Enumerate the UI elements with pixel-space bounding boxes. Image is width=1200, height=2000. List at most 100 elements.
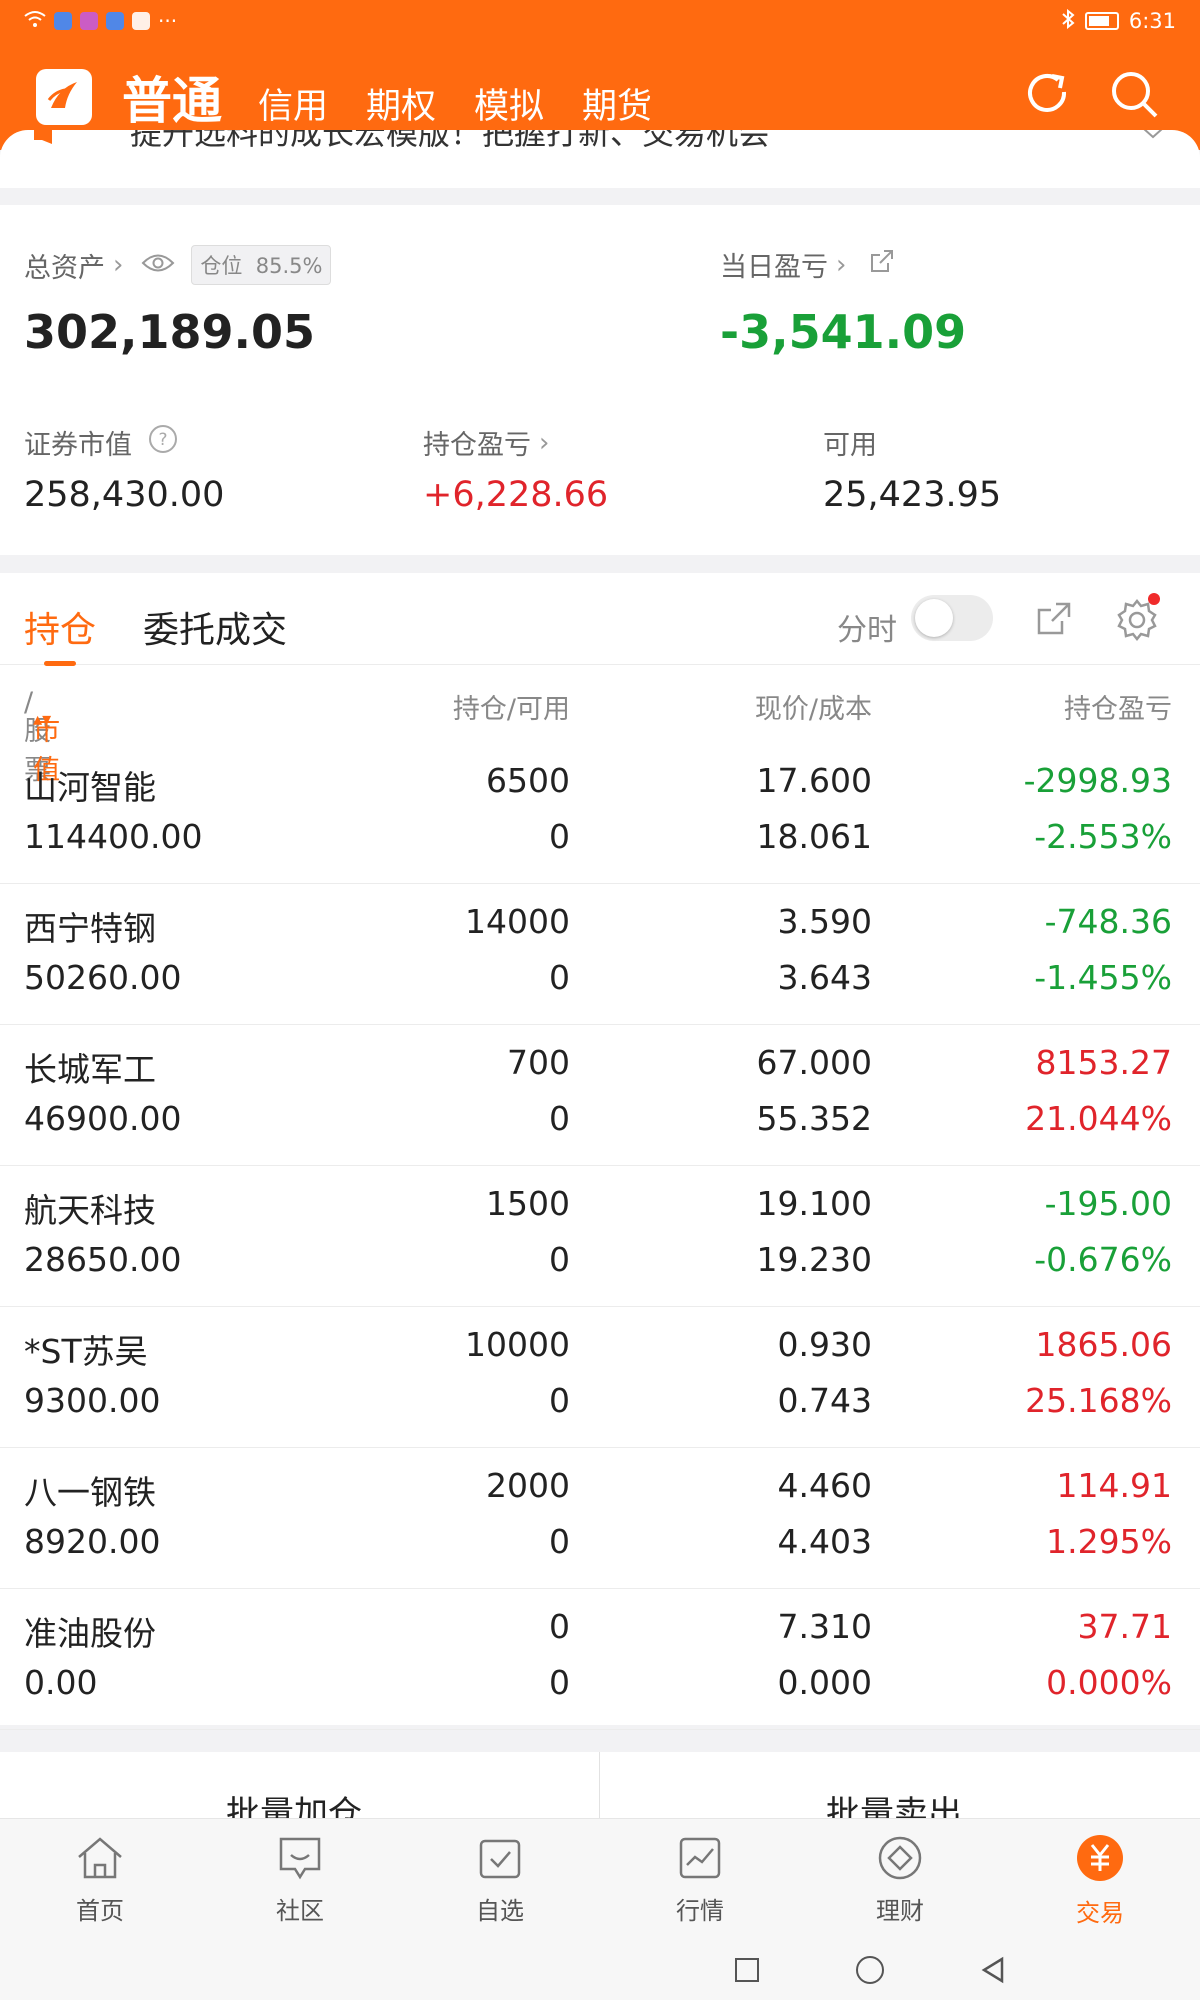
table-row[interactable]: 航天科技 28650.00 1500 0 19.100 19.230 -195.00 -0.6… — [0, 1166, 1200, 1307]
holding-pl-pct: 21.044% — [1025, 1099, 1172, 1138]
cost-price: 4.403 — [777, 1522, 872, 1561]
tab-positions[interactable]: 持仓 — [24, 601, 96, 666]
nav-wealth[interactable]: 理财 — [800, 1819, 1000, 1941]
wifi-icon — [24, 9, 46, 33]
stock-name: 长城军工 — [24, 1050, 156, 1089]
holding-pl-pct: 1.295% — [1046, 1522, 1172, 1561]
available-qty: 0 — [549, 1663, 570, 1702]
nav-wealth-label: 理财 — [876, 1896, 924, 1925]
batch-actions: 批量加仓 批量卖出 — [0, 1752, 1200, 1826]
available-label: 可用 — [823, 430, 877, 461]
table-row[interactable]: 西宁特钢 50260.00 14000 0 3.590 3.643 -748.36 -1.45… — [0, 884, 1200, 1025]
sort-header-stock[interactable]: 股票 / 市值 ▴▾ — [24, 687, 60, 786]
holding-pl-pct: -0.676% — [1034, 1240, 1172, 1279]
available-qty: 0 — [549, 958, 570, 997]
table-row[interactable]: 长城军工 46900.00 700 0 67.000 55.352 8153.27 21.04… — [0, 1025, 1200, 1166]
holding-pl-pct: 0.000% — [1046, 1663, 1172, 1702]
nav-home[interactable]: 首页 — [0, 1819, 200, 1941]
current-price: 67.000 — [756, 1043, 872, 1082]
home-button-icon[interactable] — [856, 1956, 884, 1984]
cost-price: 18.061 — [756, 817, 872, 856]
battery-icon — [1084, 12, 1119, 30]
stock-market-value: 46900.00 — [24, 1099, 182, 1138]
eye-icon[interactable] — [141, 250, 175, 281]
holding-pl-value: +6,228.66 — [423, 475, 609, 515]
holdings-column-header: 股票 / 市值 ▴▾ 持仓/可用 现价/成本 持仓盈亏 — [0, 665, 1200, 786]
status-bar: ··· 6:31 — [0, 0, 1200, 42]
position-qty: 700 — [507, 1043, 570, 1082]
chevron-right-icon: › — [836, 249, 847, 280]
current-price: 0.930 — [777, 1325, 872, 1364]
tab-futures[interactable]: 期货 — [582, 78, 652, 129]
stock-market-value: 8920.00 — [24, 1522, 161, 1561]
current-price: 19.100 — [756, 1184, 872, 1223]
holding-pl: -748.36 — [1044, 902, 1172, 941]
notification-icon — [80, 12, 98, 30]
share-icon[interactable] — [1034, 599, 1074, 643]
available-value: 25,423.95 — [823, 475, 1002, 515]
holdings-list: 山河智能 114400.00 6500 0 17.600 18.061 -2998.93 -2… — [0, 743, 1200, 1730]
holding-pl: -2998.93 — [1023, 761, 1172, 800]
announcement-banner[interactable]: 提升选料的成长宏模版！把握打新、交易机会 — [0, 130, 1200, 188]
daily-pl-label-group[interactable]: 当日盈亏 › — [720, 245, 896, 284]
table-row[interactable]: 山河智能 114400.00 6500 0 17.600 18.061 -2998.93 -2… — [0, 743, 1200, 884]
current-price: 17.600 — [756, 761, 872, 800]
market-value: 258,430.00 — [24, 475, 225, 515]
column-pl[interactable]: 持仓盈亏 — [1064, 687, 1172, 726]
tab-credit[interactable]: 信用 — [258, 78, 328, 129]
nav-watchlist[interactable]: 自选 — [400, 1819, 600, 1941]
holdings-panel: 持仓 委托成交 分时 股票 / 市值 ▴▾ 持仓/可用 现价/成本 持仓盈亏 山河智能… — [0, 573, 1200, 1730]
total-assets-label-group[interactable]: 总资产 › 仓位 85.5% — [24, 245, 332, 285]
status-time: 6:31 — [1128, 9, 1176, 33]
stock-name: 八一钢铁 — [24, 1473, 156, 1512]
stock-market-value: 28650.00 — [24, 1240, 182, 1279]
back-icon[interactable] — [980, 1956, 1006, 1988]
stock-market-value: 114400.00 — [24, 817, 203, 856]
refresh-icon[interactable] — [1022, 68, 1074, 124]
tab-normal[interactable]: 普通 — [122, 61, 222, 133]
table-row[interactable]: *ST苏吴 9300.00 10000 0 0.930 0.743 1865.06 25.16… — [0, 1307, 1200, 1448]
nav-home-label: 首页 — [76, 1896, 124, 1925]
nav-trade[interactable]: 交易 — [1000, 1819, 1200, 1941]
stock-market-value: 0.00 — [24, 1663, 98, 1702]
holding-pl: 114.91 — [1056, 1466, 1172, 1505]
stock-name: 西宁特钢 — [24, 909, 156, 948]
cost-price: 3.643 — [777, 958, 872, 997]
table-row[interactable]: 准油股份 0.00 0 0 7.310 0.000 37.71 0.000% — [0, 1589, 1200, 1730]
home-icon — [75, 1835, 125, 1885]
intraday-toggle[interactable] — [911, 595, 993, 641]
tab-orders[interactable]: 委托成交 — [143, 601, 287, 653]
daily-pl-label: 当日盈亏 — [720, 252, 828, 283]
nav-market-label: 行情 — [676, 1896, 724, 1925]
app-logo — [36, 69, 92, 125]
notification-dot — [1148, 593, 1160, 605]
speaker-icon — [30, 130, 70, 152]
search-icon[interactable] — [1108, 68, 1160, 124]
position-qty: 1500 — [486, 1184, 570, 1223]
tab-options[interactable]: 期权 — [366, 78, 436, 129]
sort-icon: ▴▾ — [33, 709, 52, 730]
community-icon — [275, 1835, 325, 1885]
available-label-group: 可用 — [823, 423, 877, 462]
holding-pl-label-group[interactable]: 持仓盈亏 › — [423, 423, 549, 462]
tab-simulation[interactable]: 模拟 — [474, 78, 544, 129]
share-icon[interactable] — [868, 247, 896, 282]
cost-price: 55.352 — [756, 1099, 872, 1138]
notification-icon — [132, 12, 150, 30]
nav-community[interactable]: 社区 — [200, 1819, 400, 1941]
available-qty: 0 — [549, 817, 570, 856]
recent-apps-icon[interactable] — [735, 1958, 759, 1982]
table-row[interactable]: 八一钢铁 8920.00 2000 0 4.460 4.403 114.91 1.295% — [0, 1448, 1200, 1589]
holding-pl: 1865.06 — [1035, 1325, 1172, 1364]
column-price[interactable]: 现价/成本 — [755, 687, 872, 726]
close-icon[interactable] — [1142, 130, 1164, 145]
help-icon[interactable]: ? — [148, 424, 178, 461]
holding-pl-pct: -1.455% — [1034, 958, 1172, 997]
available-qty: 0 — [549, 1240, 570, 1279]
app-header: ··· 6:31 普通 信用 期权 模拟 期货 — [0, 0, 1200, 150]
nav-market[interactable]: 行情 — [600, 1819, 800, 1941]
chevron-right-icon: › — [113, 250, 124, 280]
column-position[interactable]: 持仓/可用 — [453, 687, 570, 726]
total-assets-value: 302,189.05 — [24, 305, 316, 359]
holding-pl-label: 持仓盈亏 — [423, 430, 531, 461]
